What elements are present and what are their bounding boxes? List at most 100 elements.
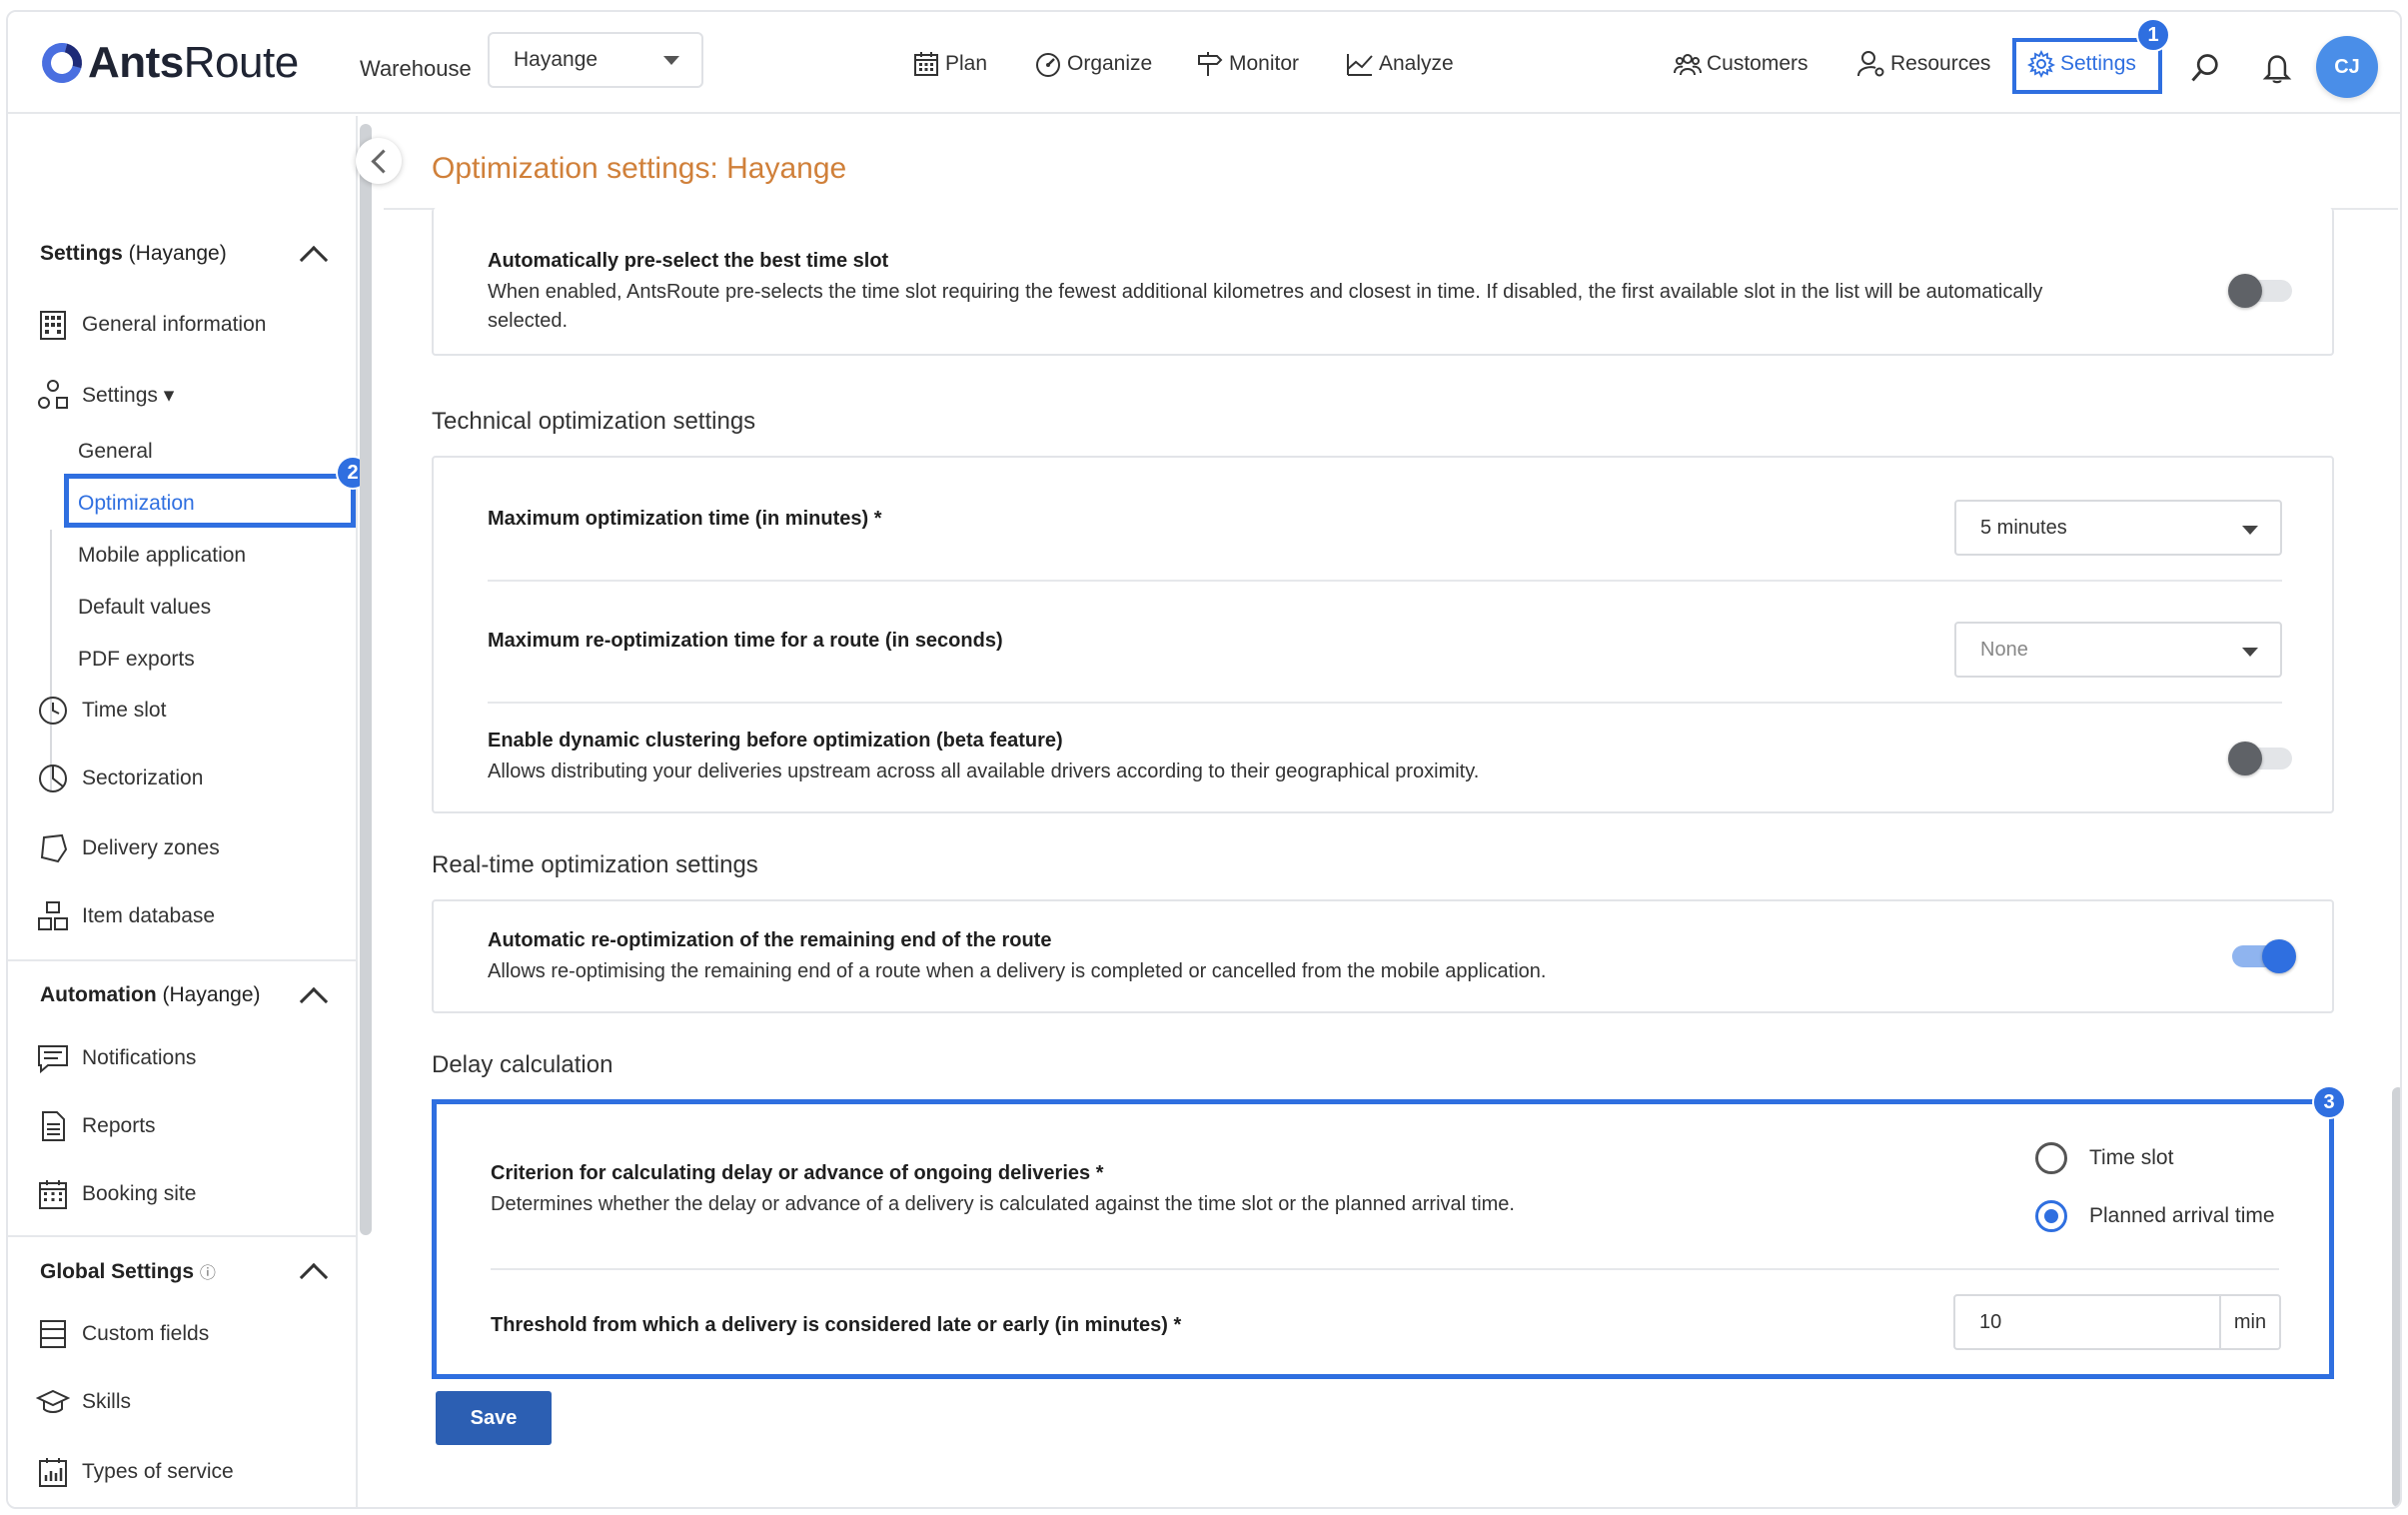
radio-time-slot-label: Time slot [2089, 1146, 2174, 1169]
sidebar-item-settings[interactable]: Settings ▾ [36, 378, 174, 412]
step-badge-1: 1 [2136, 18, 2170, 52]
nav-plan[interactable]: Plan [911, 44, 987, 84]
submenu-rail [50, 530, 52, 791]
sidebar-item-custom-fields[interactable]: Custom fields [36, 1317, 209, 1351]
optimization-highlight [64, 474, 356, 528]
delay-section-title: Delay calculation [432, 1051, 613, 1078]
sidebar: Settings (Hayange) General information S… [8, 116, 370, 1507]
clustering-toggle[interactable] [2228, 742, 2292, 775]
service-chart-icon [39, 1458, 67, 1487]
sidebar-divider [8, 1235, 358, 1237]
sidebar-item-skills[interactable]: Skills [36, 1385, 131, 1419]
notifications-button[interactable] [2260, 48, 2298, 88]
section-settings-header[interactable]: Settings (Hayange) [40, 242, 227, 266]
realtime-section-title: Real-time optimization settings [432, 851, 758, 878]
sidebar-item-booking-site[interactable]: Booking site [36, 1177, 196, 1211]
logo-icon [34, 35, 90, 91]
logo[interactable]: AntsRoute [34, 34, 299, 92]
caret-down-icon [2242, 648, 2258, 657]
row-divider [488, 580, 2282, 582]
main-scrollbar[interactable] [2392, 1087, 2400, 1507]
shapes-icon [38, 380, 68, 409]
row-divider [488, 702, 2282, 704]
sidebar-subitem-general[interactable]: General [78, 440, 153, 464]
sidebar-item-item-database[interactable]: Item database [36, 899, 215, 933]
sidebar-item-delivery-zones[interactable]: Delivery zones [36, 831, 220, 865]
reopt-label: Automatic re-optimization of the remaini… [488, 929, 1052, 951]
info-icon: ⓘ [199, 1265, 216, 1282]
max-opt-time-select[interactable]: 5 minutes [1954, 500, 2282, 556]
max-reopt-time-label: Maximum re-optimization time for a route… [488, 630, 1003, 652]
search-icon [2191, 54, 2218, 82]
nav-organize[interactable]: Organize [1033, 44, 1152, 84]
clustering-label: Enable dynamic clustering before optimiz… [488, 730, 1063, 752]
chevron-up-icon[interactable] [299, 245, 329, 275]
criterion-description: Determines whether the delay or advance … [491, 1193, 1515, 1215]
user-avatar[interactable]: CJ [2316, 36, 2378, 98]
warehouse-select[interactable]: Hayange [488, 32, 703, 88]
bell-icon [2262, 55, 2292, 84]
criterion-label: Criterion for calculating delay or advan… [491, 1162, 1104, 1184]
section-automation-header[interactable]: Automation (Hayange) [40, 983, 261, 1007]
document-icon [42, 1111, 65, 1141]
warehouse-label: Warehouse [360, 56, 472, 81]
building-icon [40, 311, 66, 340]
preselect-description: When enabled, AntsRoute pre-selects the … [488, 281, 2043, 332]
clock-icon [39, 697, 67, 725]
top-bar: AntsRoute Warehouse Hayange Plan Organiz… [8, 12, 2400, 114]
radio-planned-arrival-label: Planned arrival time [2089, 1204, 2275, 1227]
message-icon [38, 1045, 68, 1074]
app-window: AntsRoute Warehouse Hayange Plan Organiz… [6, 10, 2402, 1509]
preselect-toggle[interactable] [2228, 274, 2292, 308]
caret-down-icon [663, 56, 679, 65]
sidebar-item-time-slot[interactable]: Time slot [36, 694, 166, 728]
chevron-up-icon[interactable] [299, 1262, 329, 1292]
sidebar-item-sectorization[interactable]: Sectorization [36, 761, 203, 795]
graduation-cap-icon [36, 1389, 70, 1413]
reopt-toggle[interactable] [2232, 939, 2296, 973]
row-divider [491, 1268, 2279, 1270]
nav-monitor[interactable]: Monitor [1195, 44, 1299, 84]
technical-section-title: Technical optimization settings [432, 408, 756, 435]
collapse-sidebar-button[interactable] [356, 138, 402, 184]
max-opt-time-label: Maximum optimization time (in minutes) * [488, 508, 882, 530]
reopt-description: Allows re-optimising the remaining end o… [488, 960, 1547, 982]
threshold-input[interactable]: 10 min [1953, 1294, 2281, 1350]
sidebar-item-general-information[interactable]: General information [36, 308, 266, 342]
max-reopt-time-select[interactable]: None [1954, 622, 2282, 678]
sidebar-subitem-pdf[interactable]: PDF exports [78, 648, 195, 672]
search-button[interactable] [2188, 48, 2226, 88]
sidebar-subitem-defaults[interactable]: Default values [78, 596, 211, 620]
nav-customers[interactable]: Customers [1673, 44, 1808, 84]
chart-icon [1347, 54, 1373, 76]
chevron-up-icon[interactable] [299, 986, 329, 1016]
sidebar-item-notifications[interactable]: Notifications [36, 1041, 196, 1075]
sidebar-item-reports[interactable]: Reports [36, 1109, 156, 1143]
step-badge-3: 3 [2312, 1085, 2346, 1119]
sidebar-divider [8, 959, 358, 961]
save-button[interactable]: Save [436, 1391, 552, 1445]
signpost-icon [1198, 52, 1223, 76]
nav-resources[interactable]: Resources [1856, 44, 1990, 84]
radio-planned-arrival[interactable] [2035, 1200, 2067, 1232]
threshold-label: Threshold from which a delivery is consi… [491, 1314, 1182, 1336]
sidebar-subitem-mobile[interactable]: Mobile application [78, 544, 246, 568]
polygon-icon [40, 833, 68, 863]
preselect-card: Automatically pre-select the best time s… [432, 208, 2334, 356]
nav-analyze[interactable]: Analyze [1345, 44, 1454, 84]
technical-card: Maximum optimization time (in minutes) *… [432, 456, 2334, 813]
radio-time-slot[interactable] [2035, 1142, 2067, 1174]
list-icon [40, 1320, 66, 1348]
caret-down-icon [2242, 526, 2258, 535]
resources-icon [1857, 51, 1884, 77]
customers-icon [1674, 54, 1702, 76]
clustering-description: Allows distributing your deliveries upst… [488, 760, 1480, 782]
pie-icon [39, 764, 67, 792]
sidebar-scrollbar[interactable] [360, 124, 372, 1235]
section-global-header[interactable]: Global Settings ⓘ [40, 1259, 216, 1284]
calendar-grid-icon [39, 1180, 67, 1209]
gauge-icon [1036, 53, 1060, 77]
unit-label: min [2219, 1296, 2279, 1348]
sidebar-item-types-of-service[interactable]: Types of service [36, 1455, 234, 1489]
page-title: Optimization settings: Hayange [432, 152, 847, 185]
